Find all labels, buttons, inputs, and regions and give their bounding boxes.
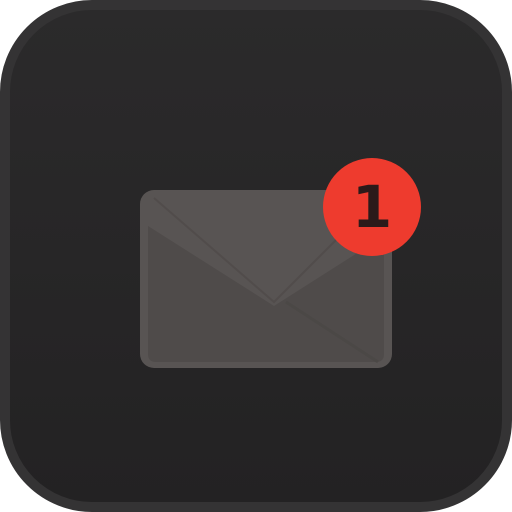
notification-badge: 1: [323, 158, 421, 256]
badge-count: 1: [351, 173, 393, 241]
mail-app-icon[interactable]: 1: [0, 0, 512, 512]
